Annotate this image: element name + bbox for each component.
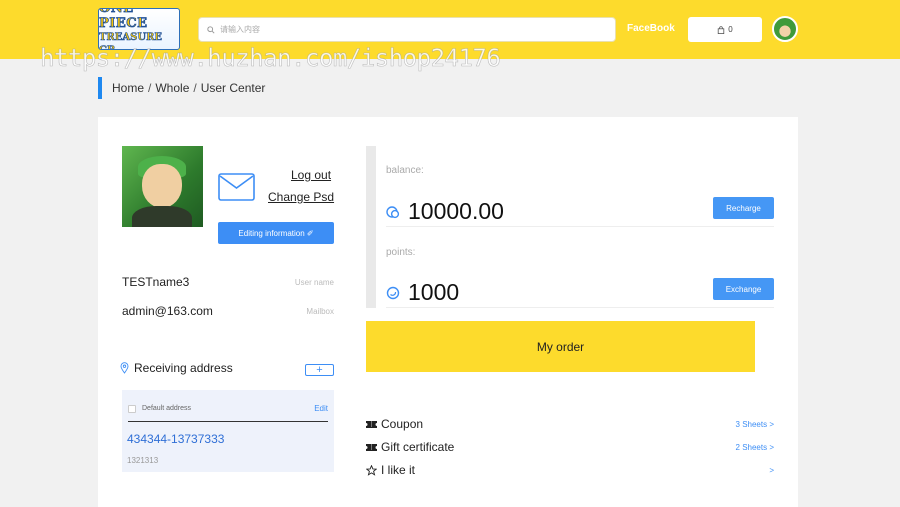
ticket-icon: [366, 443, 377, 451]
balance-row: 10000.00 Recharge: [386, 197, 774, 227]
search-input[interactable]: [220, 25, 600, 34]
address-card[interactable]: Default address Edit 434344-13737333 132…: [122, 390, 334, 472]
mailbox-value: admin@163.com: [122, 304, 213, 318]
breadcrumb-separator: /: [193, 81, 197, 95]
logout-link[interactable]: Log out: [291, 168, 331, 182]
breadcrumb-separator: /: [148, 81, 152, 95]
mailbox-key: Mailbox: [306, 306, 334, 316]
points-value: 1000: [408, 279, 460, 305]
address-heading: Receiving address: [120, 361, 233, 375]
coins-icon: [386, 205, 400, 218]
recharge-button[interactable]: Recharge: [713, 197, 774, 219]
points-label: points:: [386, 247, 416, 258]
coupon-count-link[interactable]: 3 Sheets >: [736, 420, 774, 429]
username-row: TESTname3 User name: [122, 275, 334, 289]
star-icon: [366, 464, 377, 476]
profile-picture: [122, 146, 203, 227]
breadcrumb: Home / Whole / User Center: [98, 77, 265, 99]
logo[interactable]: ONE PIECE TREASURE CR: [98, 8, 180, 50]
coupon-label: Coupon: [381, 417, 424, 431]
balance-label: balance:: [386, 165, 424, 176]
mail-icon: [218, 173, 255, 201]
favorites-link[interactable]: >: [769, 466, 774, 475]
gift-certificate-label: Gift certificate: [381, 440, 455, 454]
change-password-link[interactable]: Change Psd: [268, 190, 334, 204]
favorites-label: I like it: [381, 463, 416, 477]
address-card-header: Default address Edit: [128, 404, 328, 422]
coupon-row[interactable]: Coupon 3 Sheets >: [366, 417, 774, 431]
breadcrumb-user-center: User Center: [200, 81, 266, 95]
username-key: User name: [294, 277, 334, 287]
ticket-icon: [366, 420, 377, 428]
default-address-label: Default address: [142, 405, 192, 412]
logo-text-line1: ONE PIECE: [99, 8, 148, 31]
cart-count: 0: [728, 25, 733, 34]
search-icon: [207, 25, 215, 34]
breadcrumb-whole[interactable]: Whole: [155, 81, 189, 95]
default-address-checkbox[interactable]: [128, 404, 136, 413]
scrollbar[interactable]: [366, 146, 376, 308]
username-value: TESTname3: [122, 275, 190, 289]
address-title: Receiving address: [134, 361, 233, 375]
facebook-link[interactable]: FaceBook: [627, 23, 675, 34]
top-header: ONE PIECE TREASURE CR FaceBook 0: [0, 0, 900, 59]
cart-button[interactable]: 0: [688, 17, 762, 42]
gift-certificate-count-link[interactable]: 2 Sheets >: [736, 443, 774, 452]
points-row: 1000 Exchange: [386, 278, 774, 308]
points-icon: [386, 286, 400, 299]
bag-icon: [718, 25, 725, 34]
favorites-row[interactable]: I like it >: [366, 463, 774, 477]
address-detail: 1321313: [127, 456, 159, 465]
gift-certificate-row[interactable]: Gift certificate 2 Sheets >: [366, 440, 774, 454]
edit-address-link[interactable]: Edit: [314, 404, 328, 413]
address-phone: 434344-13737333: [127, 432, 225, 446]
logo-text-line2: TREASURE CR: [99, 32, 163, 49]
mailbox-row: admin@163.com Mailbox: [122, 304, 334, 318]
user-avatar[interactable]: [772, 16, 798, 42]
breadcrumb-home[interactable]: Home: [112, 81, 144, 95]
my-order-button[interactable]: My order: [366, 321, 755, 372]
exchange-button[interactable]: Exchange: [713, 278, 774, 300]
balance-value: 10000.00: [408, 198, 504, 224]
user-center-card: Log out Change Psd Editing information ✐…: [98, 117, 798, 507]
edit-info-button[interactable]: Editing information ✐: [218, 222, 334, 244]
add-address-button[interactable]: +: [305, 364, 334, 376]
location-pin-icon: [120, 362, 129, 374]
search-bar[interactable]: [198, 17, 616, 42]
